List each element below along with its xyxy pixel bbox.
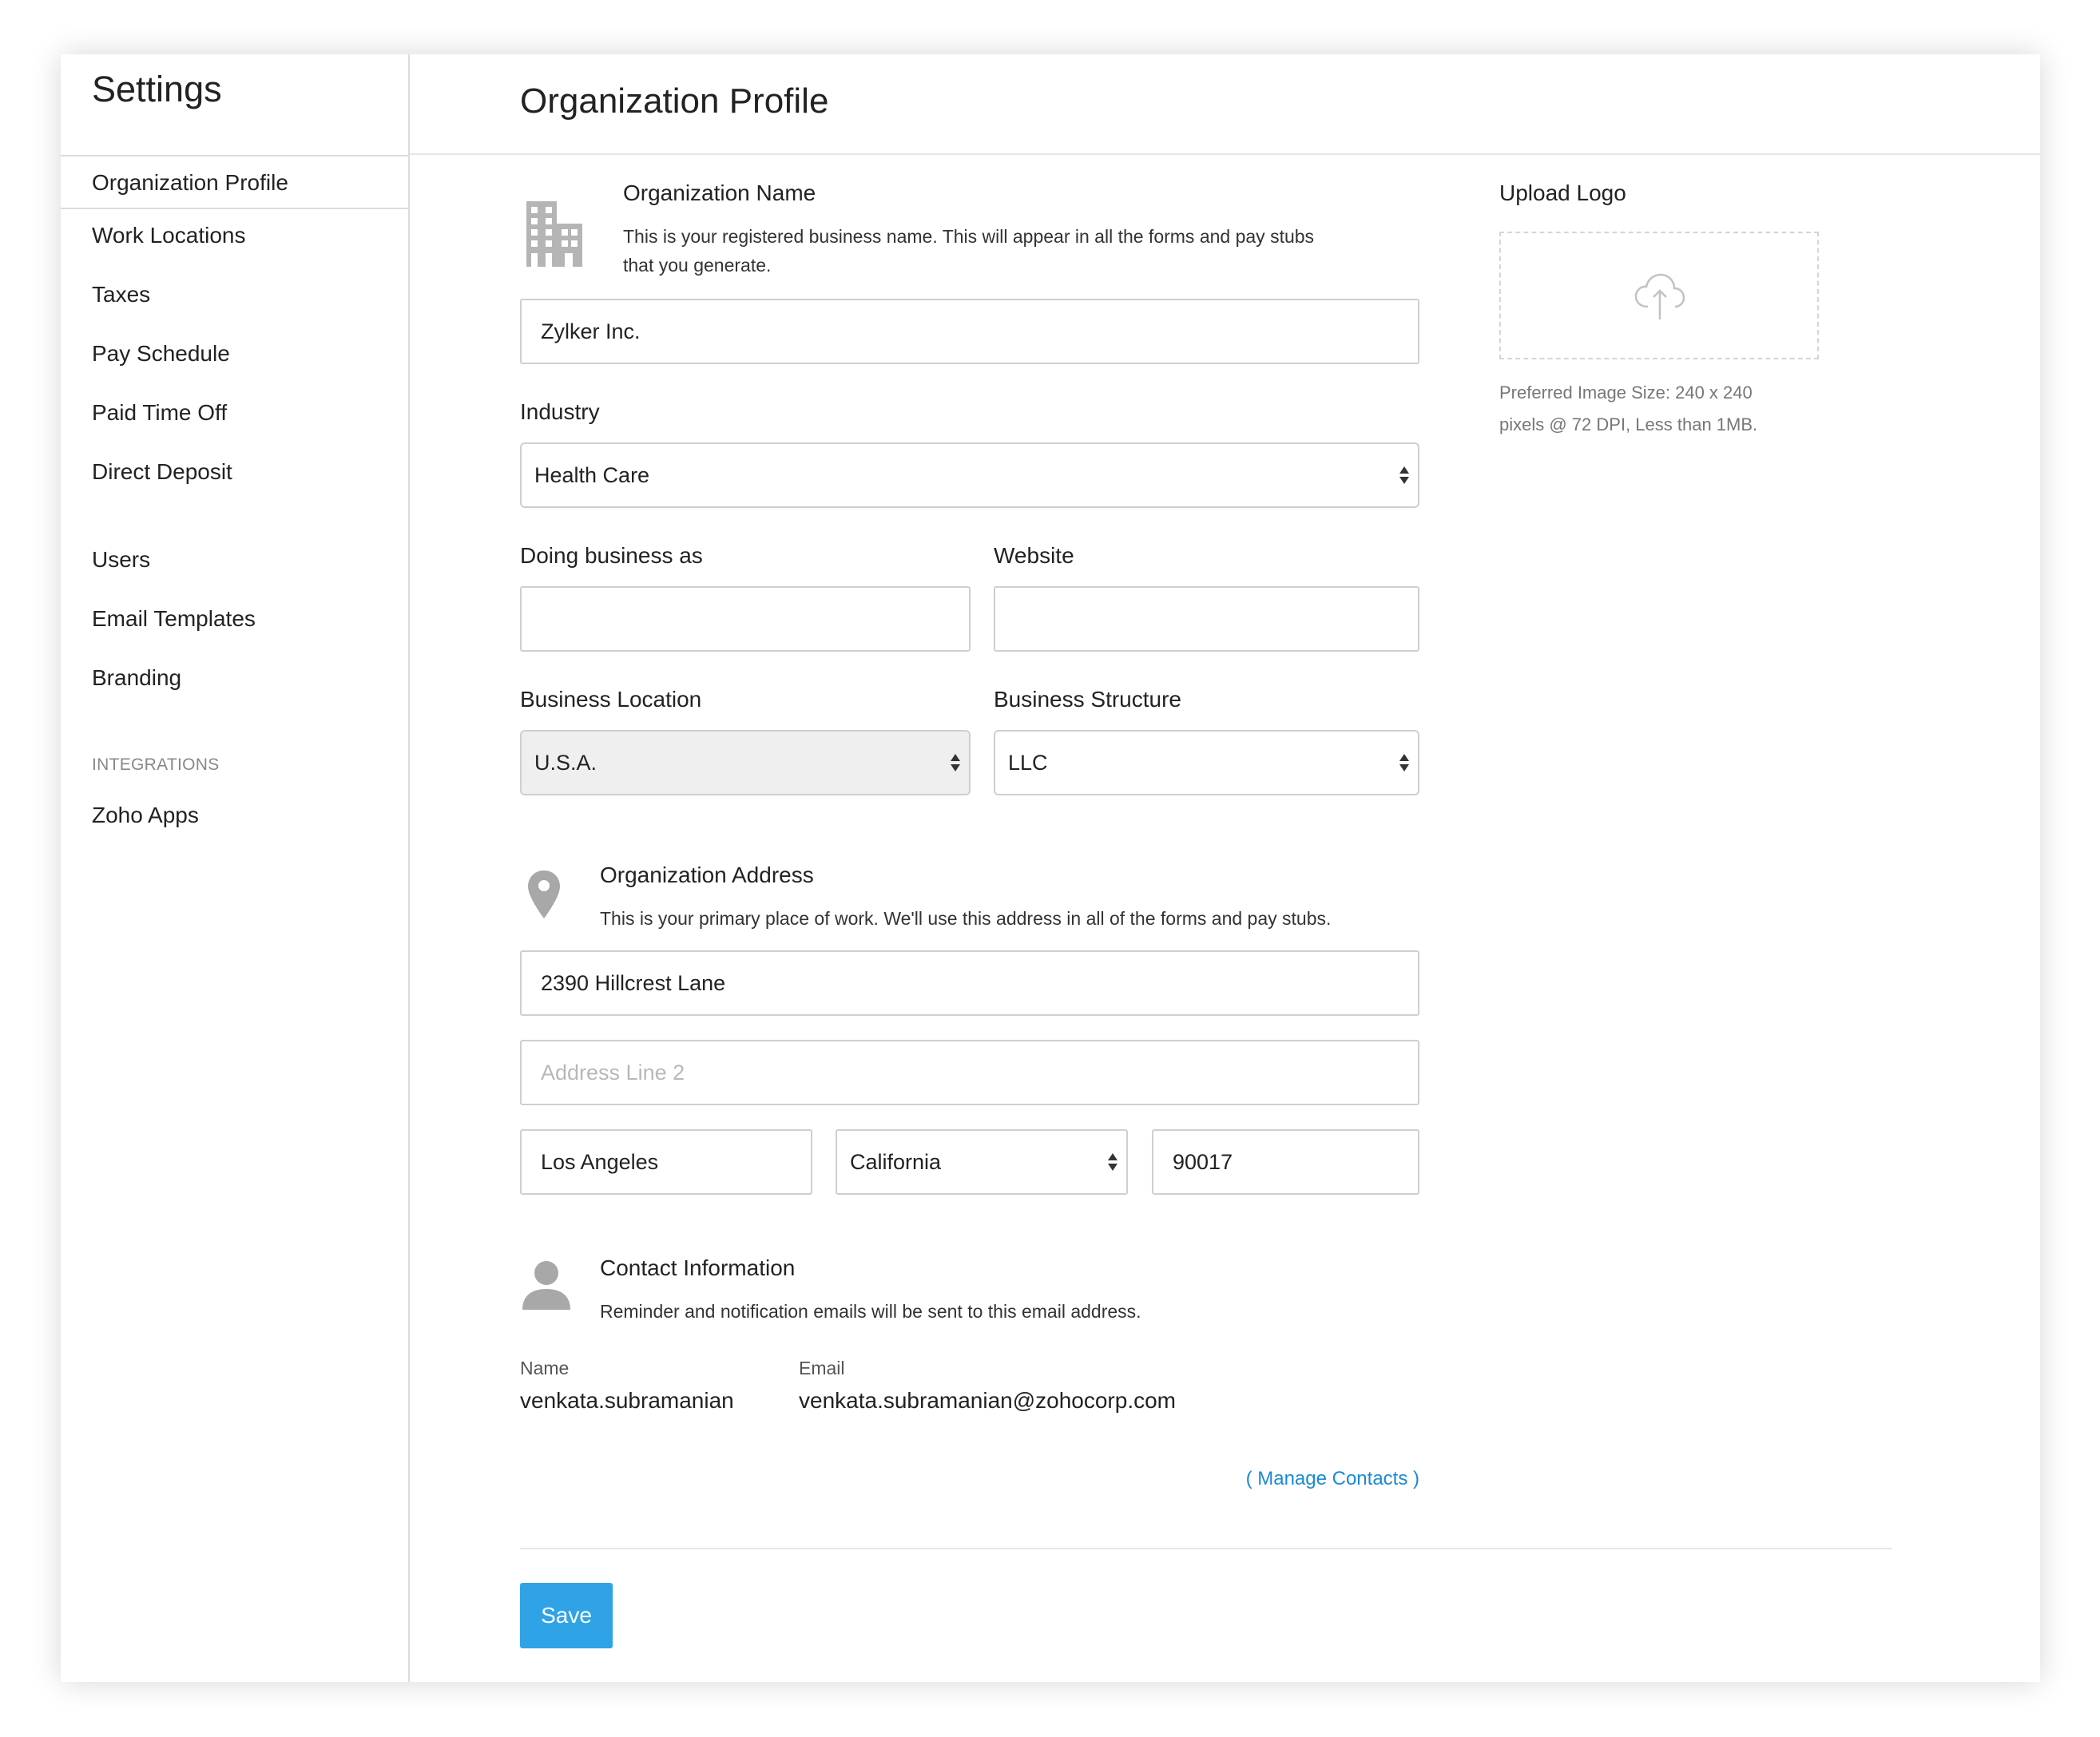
cloud-upload-icon: [1634, 273, 1685, 319]
contact-information-description: Reminder and notification emails will be…: [600, 1301, 1141, 1322]
location-pin-icon: [526, 869, 562, 922]
header-divider: [410, 153, 2040, 155]
select-arrows-icon: [1108, 1153, 1117, 1171]
business-structure-label: Business Structure: [994, 687, 1181, 712]
select-arrows-icon: [951, 754, 960, 771]
business-location-select: U.S.A.: [520, 730, 971, 795]
state-select-value: California: [850, 1150, 942, 1174]
org-name-description-line-2: that you generate.: [623, 255, 772, 276]
industry-select-value: Health Care: [534, 463, 650, 487]
organization-address-title: Organization Address: [600, 863, 814, 887]
industry-select[interactable]: Health Care: [520, 442, 1419, 508]
address-line-1-input[interactable]: [520, 950, 1419, 1016]
select-arrows-icon: [1399, 754, 1409, 771]
sidebar-item-pay-schedule[interactable]: Pay Schedule: [61, 327, 408, 380]
business-structure-select[interactable]: LLC: [994, 730, 1419, 795]
organization-address-description: This is your primary place of work. We'l…: [600, 908, 1332, 929]
contact-email-label: Email: [799, 1358, 845, 1378]
select-arrows-icon: [1399, 466, 1409, 484]
logo-size-note-line-1: Preferred Image Size: 240 x 240: [1499, 383, 1753, 403]
upload-logo-title: Upload Logo: [1499, 180, 1626, 205]
save-button[interactable]: Save: [520, 1583, 613, 1648]
sidebar-section-integrations: INTEGRATIONS: [92, 755, 220, 774]
contact-information-title: Contact Information: [600, 1255, 796, 1280]
website-label: Website: [994, 543, 1074, 568]
settings-sidebar: Settings Organization Profile Work Locat…: [61, 54, 410, 1682]
logo-size-note-line-2: pixels @ 72 DPI, Less than 1MB.: [1499, 414, 1758, 434]
org-name-title: Organization Name: [623, 180, 816, 205]
sidebar-item-users[interactable]: Users: [61, 533, 408, 586]
sidebar-item-branding[interactable]: Branding: [61, 652, 408, 704]
industry-label: Industry: [520, 399, 600, 424]
logo-upload-dropzone[interactable]: [1499, 232, 1819, 359]
page-title: Organization Profile: [520, 81, 829, 121]
person-icon: [520, 1259, 573, 1311]
address-line-2-input[interactable]: [520, 1040, 1419, 1105]
contact-name-value: venkata.subramanian: [520, 1388, 734, 1413]
sidebar-item-work-locations[interactable]: Work Locations: [61, 209, 408, 262]
org-name-description-line-1: This is your registered business name. T…: [623, 226, 1315, 247]
city-input[interactable]: [520, 1129, 812, 1195]
sidebar-item-direct-deposit[interactable]: Direct Deposit: [61, 446, 408, 498]
sidebar-title: Settings: [92, 69, 222, 109]
doing-business-as-input[interactable]: [520, 586, 971, 652]
contact-email-value: venkata.subramanian@zohocorp.com: [799, 1388, 1177, 1413]
sidebar-item-zoho-apps[interactable]: Zoho Apps: [61, 789, 408, 842]
website-input[interactable]: [994, 586, 1419, 652]
business-location-value: U.S.A.: [534, 751, 597, 775]
zip-code-input[interactable]: [1152, 1129, 1419, 1195]
footer-divider: [520, 1548, 1892, 1549]
state-select[interactable]: California: [836, 1129, 1128, 1195]
manage-contacts-link[interactable]: ( Manage Contacts ): [1231, 1468, 1419, 1490]
sidebar-item-taxes[interactable]: Taxes: [61, 268, 408, 321]
org-name-description: This is your registered business name. T…: [623, 222, 1422, 280]
sidebar-item-email-templates[interactable]: Email Templates: [61, 593, 408, 645]
business-location-label: Business Location: [520, 687, 702, 712]
app-window: Settings Organization Profile Work Locat…: [61, 54, 2040, 1682]
logo-size-note: Preferred Image Size: 240 x 240 pixels @…: [1499, 377, 1835, 441]
doing-business-as-label: Doing business as: [520, 543, 703, 568]
organization-name-input[interactable]: [520, 299, 1419, 364]
business-structure-value: LLC: [1008, 751, 1048, 775]
contact-name-label: Name: [520, 1358, 570, 1378]
sidebar-item-paid-time-off[interactable]: Paid Time Off: [61, 387, 408, 439]
main-content: Organization Profile Organization Name T…: [410, 54, 2040, 1682]
building-icon: [522, 200, 586, 268]
sidebar-item-organization-profile[interactable]: Organization Profile: [61, 157, 408, 209]
